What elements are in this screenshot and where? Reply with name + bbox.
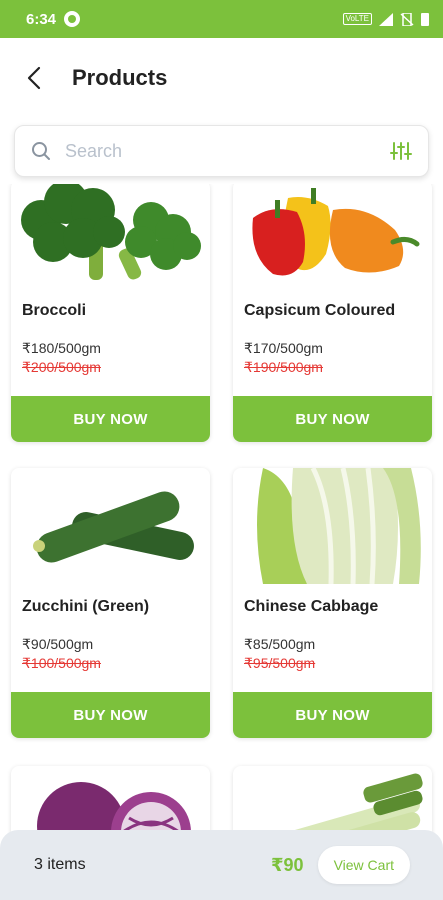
buy-now-button[interactable]: BUY NOW xyxy=(233,396,432,442)
signal-icon xyxy=(379,12,393,26)
cart-bar: 3 items ₹90 View Cart xyxy=(0,830,443,900)
product-price: ₹170/500gm xyxy=(244,340,323,356)
call-icon xyxy=(64,11,81,27)
product-price: ₹85/500gm xyxy=(244,636,316,652)
filter-button[interactable] xyxy=(386,136,416,166)
product-old-price: ₹95/500gm xyxy=(244,655,316,671)
status-bar: 6:34 VoLTE xyxy=(0,0,443,38)
product-price: ₹90/500gm xyxy=(22,636,94,652)
battery-icon xyxy=(421,12,429,26)
page-title: Products xyxy=(72,65,168,90)
broccoli-image xyxy=(11,184,210,288)
back-button[interactable] xyxy=(4,48,64,108)
product-grid: Broccoli ₹180/500gm ₹200/500gm BUY NOW C… xyxy=(0,184,443,900)
buy-now-button[interactable]: BUY NOW xyxy=(11,396,210,442)
volte-badge: VoLTE xyxy=(342,13,372,25)
chinese-cabbage-image xyxy=(233,468,432,584)
view-cart-button[interactable]: View Cart xyxy=(317,846,410,884)
product-name: Chinese Cabbage xyxy=(244,598,379,615)
product-price: ₹180/500gm xyxy=(22,340,101,356)
product-card-zucchini[interactable]: Zucchini (Green) ₹90/500gm ₹100/500gm BU… xyxy=(11,468,210,738)
buy-now-button[interactable]: BUY NOW xyxy=(11,692,210,738)
no-sim-icon xyxy=(400,12,414,26)
app-header: Products xyxy=(0,38,443,118)
product-name: Zucchini (Green) xyxy=(22,598,150,615)
buy-now-button[interactable]: BUY NOW xyxy=(233,692,432,738)
search-icon xyxy=(32,142,50,160)
filter-sliders-icon xyxy=(390,142,412,160)
status-icons: VoLTE xyxy=(342,12,429,26)
search-bar xyxy=(14,125,429,177)
product-old-price: ₹200/500gm xyxy=(22,359,101,375)
search-input[interactable] xyxy=(65,140,386,162)
product-card-broccoli[interactable]: Broccoli ₹180/500gm ₹200/500gm BUY NOW xyxy=(11,184,210,442)
cart-total: ₹90 xyxy=(271,854,304,875)
zucchini-image xyxy=(11,468,210,584)
product-name: Broccoli xyxy=(22,302,87,319)
product-name: Capsicum Coloured xyxy=(244,302,396,319)
status-time: 6:34 xyxy=(26,10,57,28)
product-old-price: ₹100/500gm xyxy=(22,655,101,671)
product-card-capsicum[interactable]: Capsicum Coloured ₹170/500gm ₹190/500gm … xyxy=(233,184,432,442)
back-arrow-icon xyxy=(27,66,41,90)
capsicum-image xyxy=(233,184,432,288)
cart-item-count: 3 items xyxy=(34,856,86,873)
product-old-price: ₹190/500gm xyxy=(244,359,323,375)
product-card-chinese-cabbage[interactable]: Chinese Cabbage ₹85/500gm ₹95/500gm BUY … xyxy=(233,468,432,738)
